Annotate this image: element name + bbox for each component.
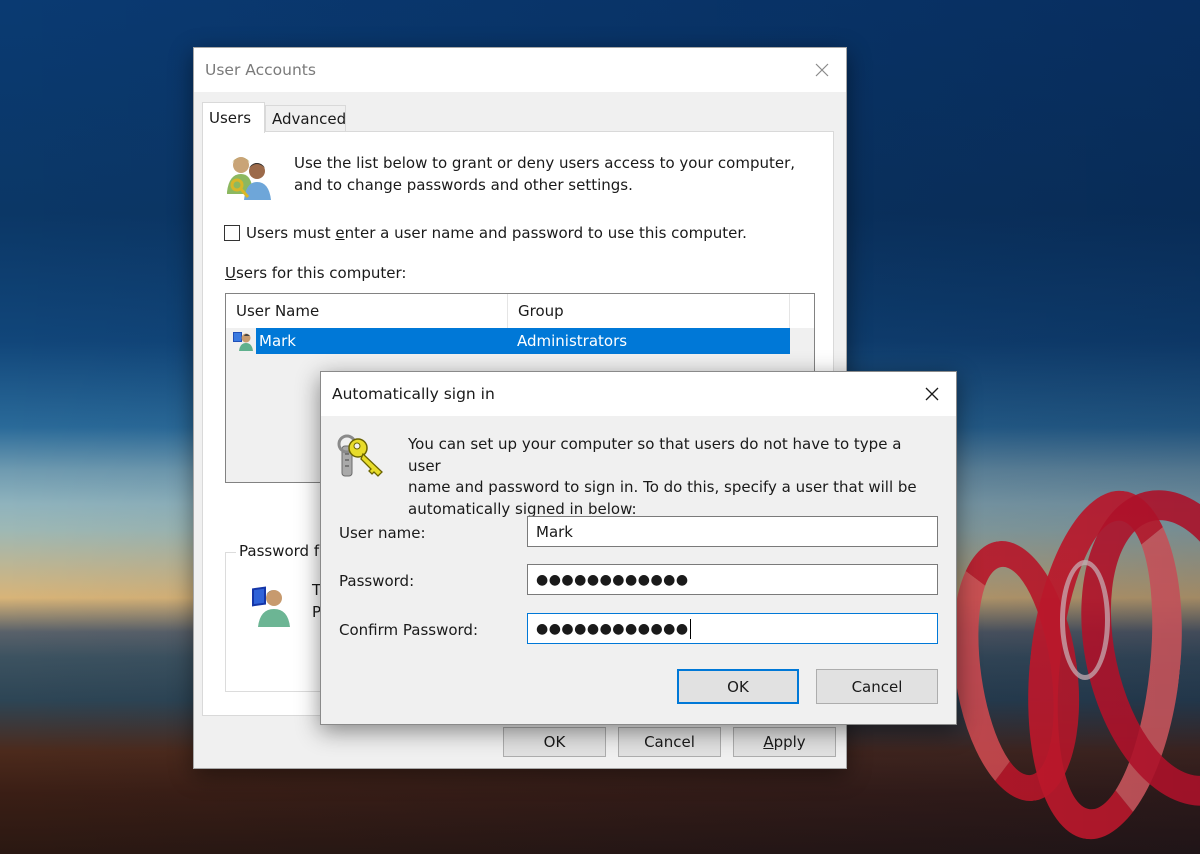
- users-list-header: User Name Group: [226, 294, 790, 328]
- keys-icon: [336, 432, 388, 484]
- user-name-value: Mark: [536, 522, 573, 541]
- require-password-checkbox[interactable]: [224, 225, 240, 241]
- wallpaper-light-trail: [1053, 471, 1200, 825]
- label-part: nter a user name and password to use thi…: [344, 224, 747, 242]
- wallpaper-light-trail: [937, 532, 1095, 810]
- header-filler: [790, 294, 814, 328]
- require-password-option[interactable]: Users must enter a user name and passwor…: [224, 224, 747, 242]
- dialog-titlebar[interactable]: Automatically sign in: [321, 372, 956, 416]
- label-part: Users must: [246, 224, 336, 242]
- intro-text-line: Use the list below to grant or deny user…: [294, 154, 796, 172]
- cell-user-name: Mark: [259, 332, 296, 350]
- users-key-icon: [224, 152, 274, 202]
- require-password-label: Users must enter a user name and passwor…: [246, 224, 747, 242]
- password-group-legend: Password fo: [236, 542, 332, 560]
- window-title: User Accounts: [205, 61, 316, 79]
- accelerator-key: U: [225, 264, 236, 282]
- column-header-group[interactable]: Group: [508, 294, 790, 328]
- dialog-description: You can set up your computer so that use…: [408, 434, 938, 520]
- table-row[interactable]: Mark Administrators: [226, 328, 790, 354]
- cell-group: Administrators: [517, 332, 628, 350]
- automatically-sign-in-dialog: Automatically sign in You can set up you…: [320, 371, 957, 725]
- user-computer-icon: [233, 331, 255, 351]
- password-masked-value: ●●●●●●●●●●●●: [536, 571, 689, 588]
- tab-label: Advanced: [272, 109, 347, 128]
- users-for-computer-label: Users for this computer:: [225, 264, 406, 282]
- dialog-title: Automatically sign in: [332, 385, 495, 403]
- intro-text: Use the list below to grant or deny user…: [294, 152, 814, 196]
- user-password-icon: [248, 583, 294, 629]
- description-line: name and password to sign in. To do this…: [408, 478, 917, 496]
- apply-button[interactable]: Apply: [733, 727, 836, 757]
- tab-label: Users: [209, 109, 252, 127]
- close-icon[interactable]: [920, 382, 944, 406]
- button-label: pply: [773, 733, 806, 751]
- accelerator-key: e: [335, 224, 345, 242]
- user-accounts-titlebar[interactable]: User Accounts: [194, 48, 846, 92]
- wallpaper-light-trail: [1012, 483, 1198, 847]
- confirm-password-input[interactable]: ●●●●●●●●●●●●: [527, 613, 938, 644]
- description-line: You can set up your computer so that use…: [408, 435, 902, 475]
- cancel-button[interactable]: Cancel: [618, 727, 721, 757]
- text-caret: [689, 618, 691, 639]
- user-name-input[interactable]: Mark: [527, 516, 938, 547]
- user-name-label: User name:: [339, 524, 426, 542]
- close-icon[interactable]: [810, 58, 834, 82]
- cancel-button[interactable]: Cancel: [816, 669, 938, 704]
- confirm-password-label: Confirm Password:: [339, 621, 479, 639]
- accelerator-key: A: [763, 733, 774, 751]
- ok-button[interactable]: OK: [677, 669, 799, 704]
- password-label: Password:: [339, 572, 415, 590]
- intro-text-line: and to change passwords and other settin…: [294, 176, 633, 194]
- wallpaper-light-trail: [1060, 560, 1110, 680]
- tab-advanced[interactable]: Advanced: [265, 105, 346, 131]
- password-input[interactable]: ●●●●●●●●●●●●: [527, 564, 938, 595]
- tab-users[interactable]: Users: [202, 102, 265, 133]
- confirm-password-masked-value: ●●●●●●●●●●●●: [536, 620, 689, 637]
- label-part: sers for this computer:: [235, 264, 407, 282]
- ok-button[interactable]: OK: [503, 727, 606, 757]
- column-header-user-name[interactable]: User Name: [226, 294, 508, 328]
